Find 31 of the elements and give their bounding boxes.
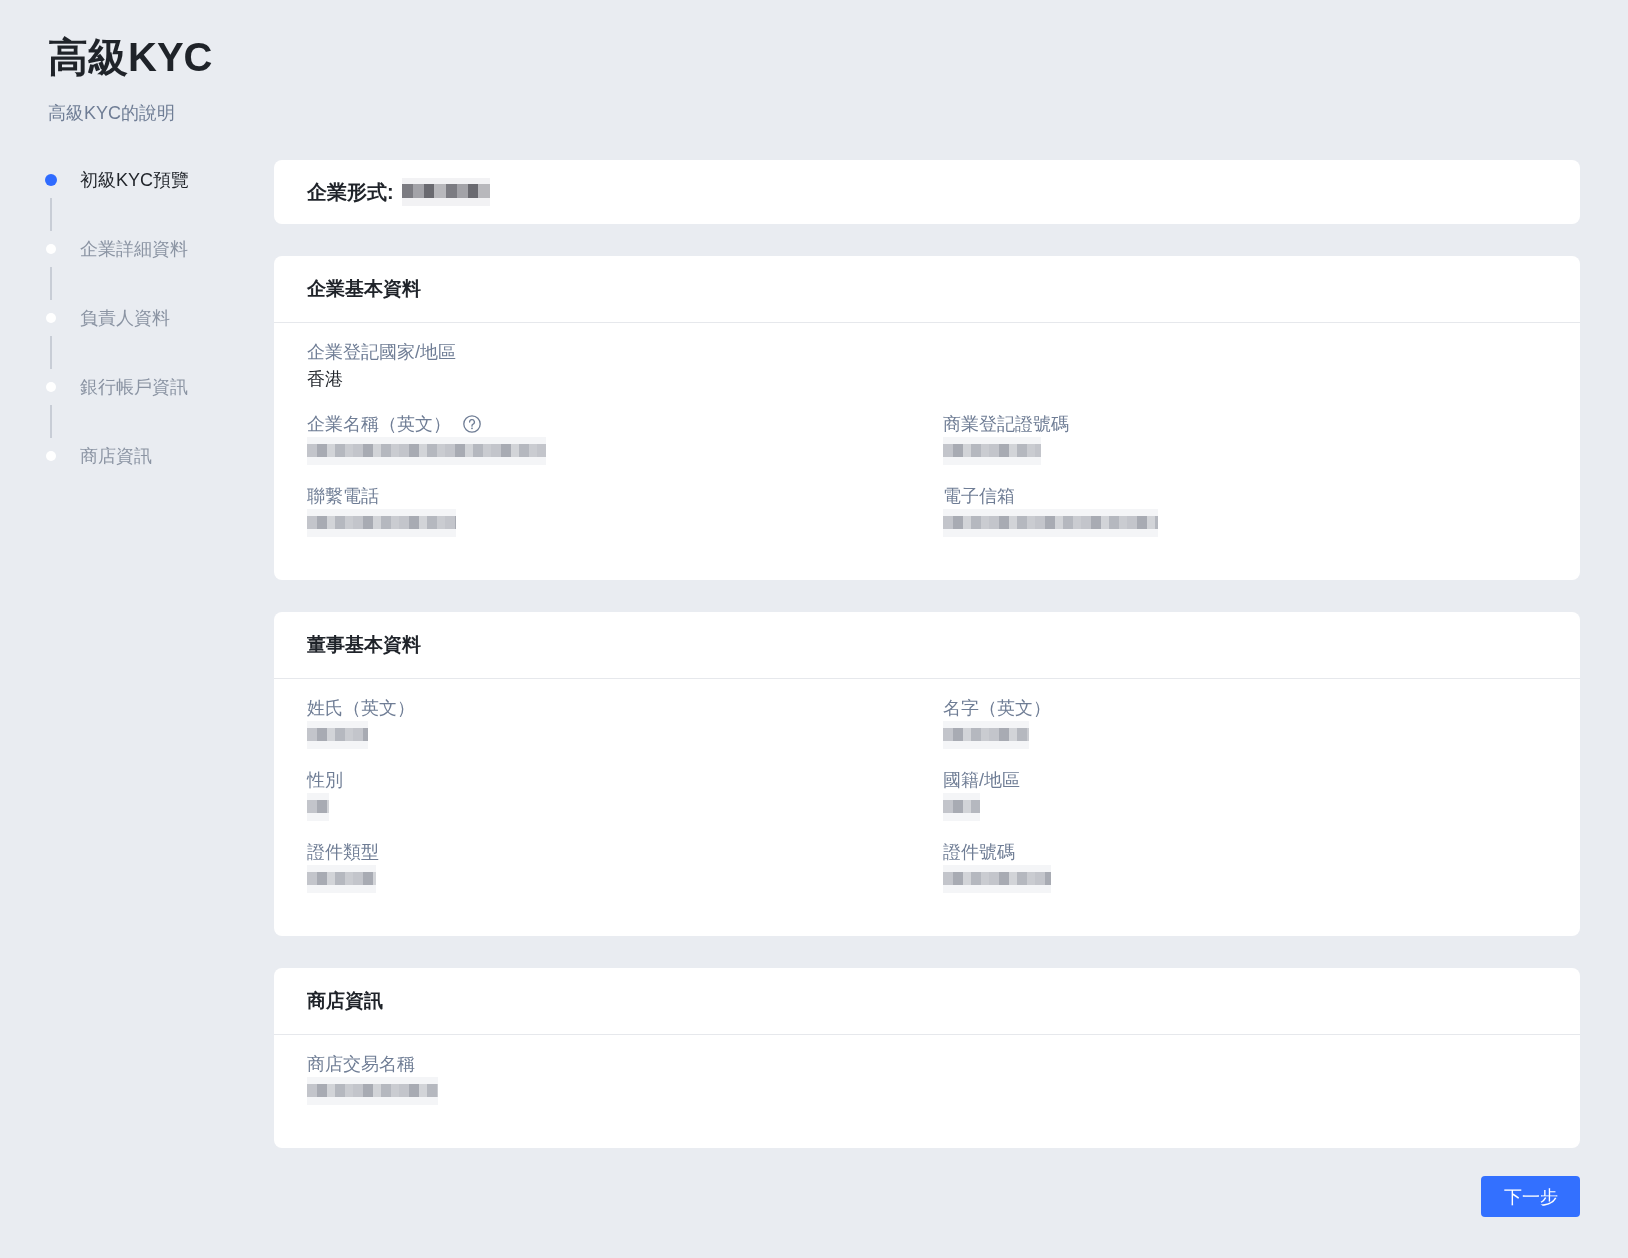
step-item[interactable]: 企業詳細資料 — [44, 236, 188, 262]
step-connector — [50, 267, 52, 300]
business-type-label: 企業形式: — [307, 179, 394, 205]
step-item[interactable]: 負責人資料 — [44, 305, 170, 331]
field-label: 聯繫電話 — [307, 485, 379, 508]
step-item[interactable]: 銀行帳戶資訊 — [44, 374, 188, 400]
section-title: 商店資訊 — [307, 989, 383, 1013]
step-item[interactable]: 初級KYC預覽 — [44, 167, 189, 193]
step-item[interactable]: 商店資訊 — [44, 443, 152, 469]
page-title: 高級KYC — [48, 34, 213, 81]
page-subtitle: 高級KYC的說明 — [48, 102, 175, 125]
step-connector — [50, 405, 52, 438]
field-label: 企業名稱（英文） — [307, 413, 451, 436]
help-icon[interactable] — [463, 415, 481, 433]
section-title: 董事基本資料 — [307, 633, 421, 657]
field-label: 證件號碼 — [943, 841, 1015, 864]
field-label: 企業登記國家/地區 — [307, 341, 456, 364]
section-title: 企業基本資料 — [307, 277, 421, 301]
field-label: 證件類型 — [307, 841, 379, 864]
step-dot-icon — [45, 174, 57, 186]
field-label: 性別 — [307, 769, 343, 792]
step-connector — [50, 336, 52, 369]
field-label: 名字（英文） — [943, 697, 1051, 720]
field-label: 國籍/地區 — [943, 769, 1020, 792]
step-connector — [50, 198, 52, 231]
field-label: 商店交易名稱 — [307, 1053, 415, 1076]
field-label: 姓氏（英文） — [307, 697, 415, 720]
field-label: 電子信箱 — [943, 485, 1015, 508]
next-button[interactable]: 下一步 — [1481, 1176, 1580, 1217]
field-value: 香港 — [307, 368, 343, 391]
field-label: 商業登記證號碼 — [943, 413, 1069, 436]
